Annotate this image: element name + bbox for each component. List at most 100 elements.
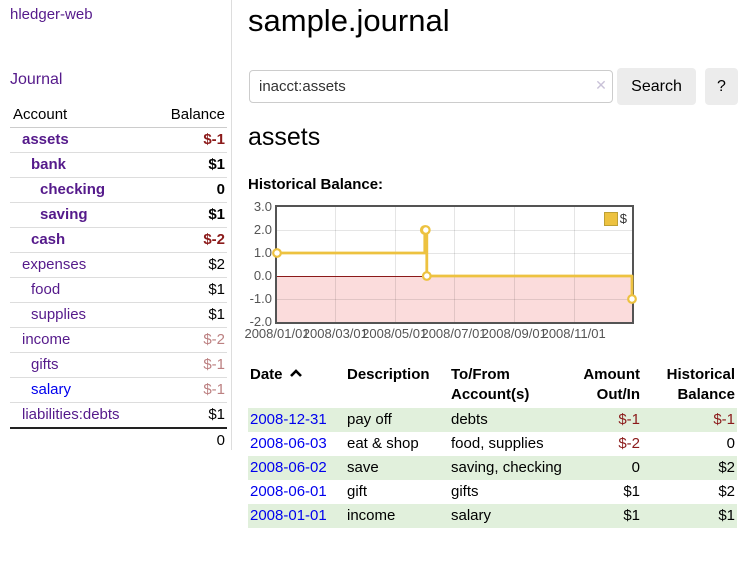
x-axis-tick: 2008/11/01 [542, 326, 606, 341]
sidebar-item-journal[interactable]: Journal [10, 71, 62, 89]
account-row: saving $1 [10, 203, 227, 228]
account-balance: $1 [153, 203, 227, 228]
account-balance: $1 [153, 153, 227, 178]
register-amount: $1 [564, 480, 642, 504]
account-balance: $2 [153, 253, 227, 278]
register-header-description: Description [345, 362, 449, 408]
legend-swatch-icon [604, 212, 618, 226]
main-content: sample.journal ✕ Search ? assets Histori… [248, 0, 742, 582]
register-row: 2008-12-31pay offdebts$-1$-1 [248, 408, 737, 432]
register-date-link[interactable]: 2008-06-02 [250, 459, 327, 476]
help-button[interactable]: ? [705, 68, 738, 105]
x-axis-tick: 2008/03/01 [303, 326, 368, 341]
account-link-assets[interactable]: assets [10, 128, 69, 152]
account-row: gifts$-1 [10, 353, 227, 378]
data-point-marker [423, 272, 431, 280]
account-link-supplies[interactable]: supplies [10, 303, 86, 327]
register-balance: $2 [642, 480, 737, 504]
account-row: income $-2 [10, 328, 227, 353]
register-balance: $2 [642, 456, 737, 480]
register-date-link[interactable]: 2008-06-01 [250, 483, 327, 500]
account-link-expenses[interactable]: expenses [10, 253, 86, 277]
register-header-accounts: To/From Account(s) [449, 362, 564, 408]
search-button[interactable]: Search [617, 68, 696, 105]
register-description: eat & shop [345, 432, 449, 456]
x-axis-tick: 2008/01/01 [244, 326, 309, 341]
account-link-cash[interactable]: cash [10, 228, 65, 252]
x-axis-tick: 2008/09/01 [482, 326, 547, 341]
accounts-header-account: Account [10, 103, 153, 128]
chart-plot-area[interactable]: $ [275, 205, 634, 324]
register-accounts: salary [449, 504, 564, 528]
register-amount: 0 [564, 456, 642, 480]
register-balance: $-1 [642, 408, 737, 432]
register-table: Date Description To/From Account(s) Amou… [248, 362, 737, 528]
register-date-link[interactable]: 2008-01-01 [250, 507, 327, 524]
account-row: food $1 [10, 278, 227, 303]
register-description: save [345, 456, 449, 480]
register-accounts: saving, checking [449, 456, 564, 480]
y-axis-tick: 1.0 [244, 246, 272, 260]
app-title-link[interactable]: hledger-web [10, 6, 93, 23]
accounts-header-balance: Balance [153, 103, 227, 128]
x-axis-tick: 2008/05/01 [362, 326, 427, 341]
account-link-saving[interactable]: saving [10, 203, 88, 227]
balance-line-series [277, 207, 632, 322]
account-link-liabilities-debts[interactable]: liabilities:debts [10, 403, 120, 427]
account-link-checking[interactable]: checking [10, 178, 105, 202]
account-row: liabilities:debts $1 [10, 403, 227, 429]
account-link-income[interactable]: income [10, 328, 70, 352]
register-header-date-sort[interactable]: Date [248, 362, 345, 408]
account-row: assets $-1 [10, 128, 227, 153]
account-link-bank[interactable]: bank [10, 153, 66, 177]
sidebar: hledger-web Journal Account Balance asse… [0, 0, 232, 450]
sort-ascending-icon [289, 368, 303, 378]
data-point-marker [422, 226, 430, 234]
data-point-marker [628, 295, 636, 303]
accounts-total-balance: 0 [153, 428, 227, 453]
register-description: pay off [345, 408, 449, 432]
register-row: 2008-06-03 eat & shopfood, supplies$-20 [248, 432, 737, 456]
register-row: 2008-06-02 savesaving, checking0$2 [248, 456, 737, 480]
register-accounts: food, supplies [449, 432, 564, 456]
register-description: income [345, 504, 449, 528]
account-row: checking 0 [10, 178, 227, 203]
register-accounts: debts [449, 408, 564, 432]
legend-label: $ [620, 211, 627, 226]
register-date-link[interactable]: 2008-12-31 [250, 411, 327, 428]
account-link-salary[interactable]: salary [10, 378, 71, 402]
page-title: sample.journal [248, 2, 450, 40]
register-header-row: Date Description To/From Account(s) Amou… [248, 362, 737, 408]
y-axis-tick: 0.0 [244, 269, 272, 283]
register-accounts: gifts [449, 480, 564, 504]
account-balance: $-2 [153, 228, 227, 253]
register-amount: $-1 [564, 408, 642, 432]
x-axis-tick: 2008/07/01 [421, 326, 486, 341]
account-balance: $-1 [153, 378, 227, 403]
register-amount: $1 [564, 504, 642, 528]
register-header-amount: Amount Out/In [564, 362, 642, 408]
account-link-gifts[interactable]: gifts [10, 353, 59, 377]
account-row: supplies$1 [10, 303, 227, 328]
account-balance: $1 [153, 403, 227, 429]
account-heading: assets [248, 120, 320, 154]
register-row: 2008-06-01 giftgifts$1$2 [248, 480, 737, 504]
accounts-table: Account Balance assets $-1 bank $1 checking 0… [10, 103, 227, 453]
account-balance: 0 [153, 178, 227, 203]
register-description: gift [345, 480, 449, 504]
account-balance: $-2 [153, 328, 227, 353]
y-axis-tick: 2.0 [244, 223, 272, 237]
clear-search-icon[interactable]: ✕ [592, 77, 610, 94]
account-balance: $-1 [153, 128, 227, 153]
register-amount: $-2 [564, 432, 642, 456]
account-row: bank $1 [10, 153, 227, 178]
y-axis-tick: 3.0 [244, 200, 272, 214]
register-balance: 0 [642, 432, 737, 456]
chart-legend: $ [602, 210, 629, 227]
account-balance: $1 [153, 278, 227, 303]
account-link-food[interactable]: food [10, 278, 60, 302]
y-axis-tick: -1.0 [244, 292, 272, 306]
register-date-link[interactable]: 2008-06-03 [250, 435, 327, 452]
search-input[interactable] [249, 70, 613, 103]
register-header-date-label: Date [250, 366, 283, 383]
